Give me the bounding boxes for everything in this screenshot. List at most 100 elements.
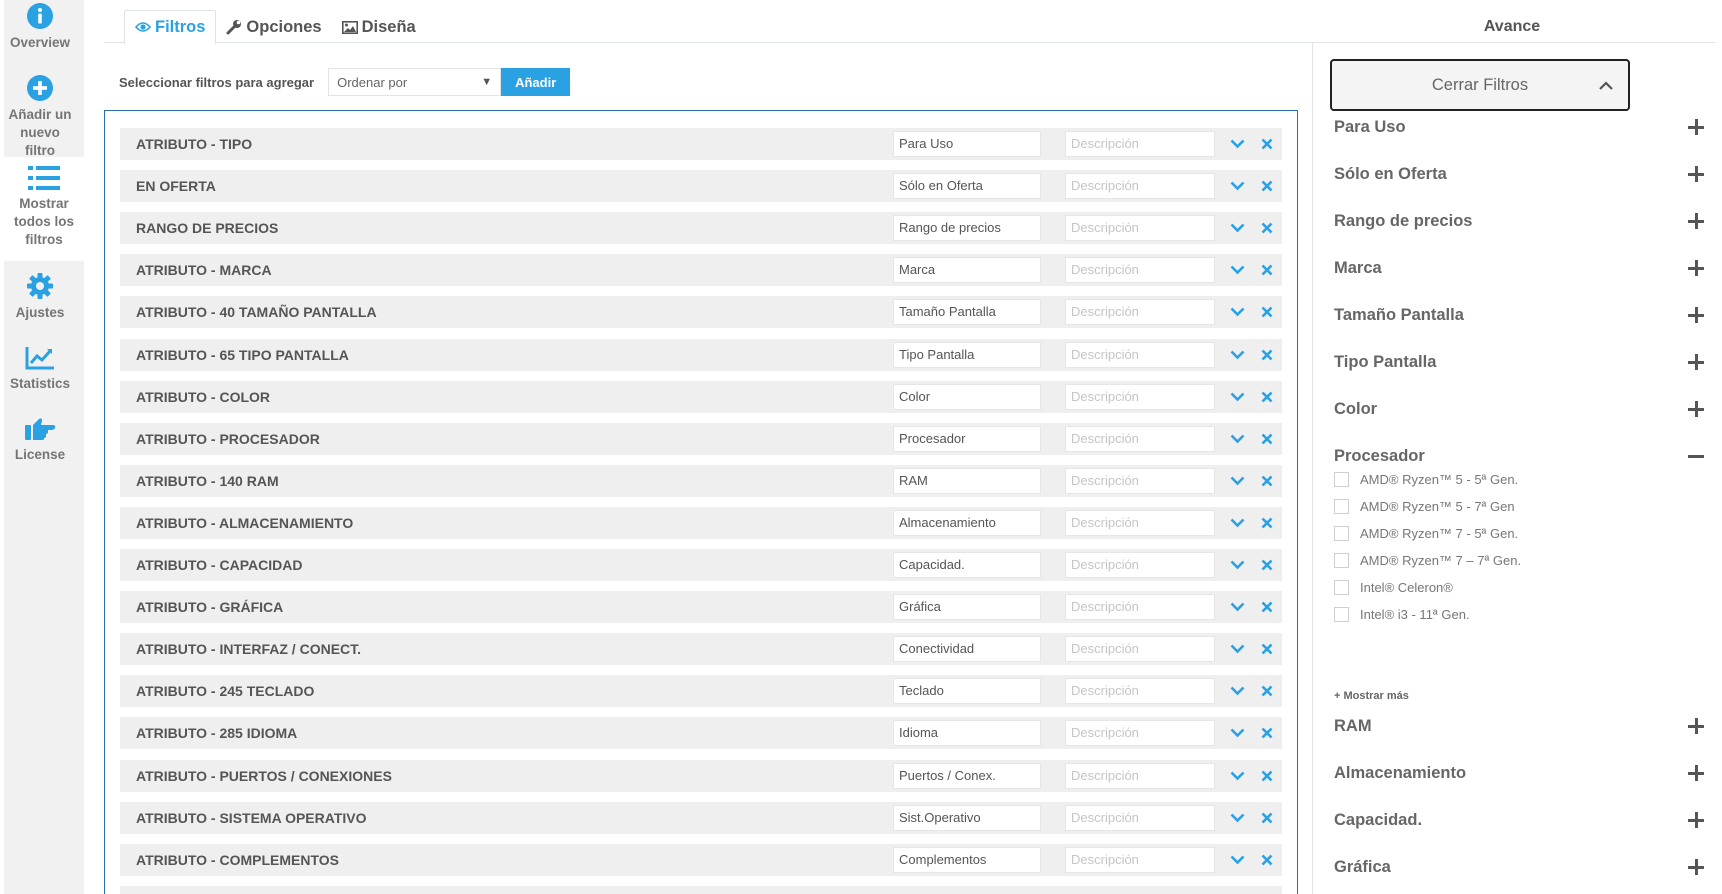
chevron-down-icon[interactable] bbox=[1228, 514, 1246, 532]
filter-description-input[interactable]: Descripción bbox=[1065, 299, 1215, 326]
plus-icon[interactable] bbox=[1688, 859, 1704, 875]
close-icon[interactable] bbox=[1258, 724, 1276, 742]
plus-icon[interactable] bbox=[1688, 119, 1704, 135]
sidebar-item-license[interactable]: License bbox=[4, 416, 76, 470]
chevron-down-icon[interactable] bbox=[1228, 640, 1246, 658]
processor-option[interactable]: Intel® Celeron® bbox=[1334, 577, 1453, 597]
filter-description-input[interactable]: Descripción bbox=[1065, 594, 1215, 621]
filter-row[interactable]: ATRIBUTO - GRÁFICA Gráfica Descripción bbox=[120, 591, 1282, 624]
order-select[interactable]: Ordenar por ▼ bbox=[328, 68, 502, 96]
close-icon[interactable] bbox=[1258, 135, 1276, 153]
filter-description-input[interactable]: Descripción bbox=[1065, 341, 1215, 368]
plus-icon[interactable] bbox=[1688, 401, 1704, 417]
close-icon[interactable] bbox=[1258, 388, 1276, 406]
filter-row[interactable]: ATRIBUTO - ALMACENAMIENTO Almacenamiento D… bbox=[120, 506, 1282, 539]
filter-label-input[interactable]: Color bbox=[893, 383, 1041, 410]
filter-description-input[interactable]: Descripción bbox=[1065, 552, 1215, 578]
close-icon[interactable] bbox=[1258, 514, 1276, 532]
filter-row[interactable]: ATRIBUTO - 245 TECLADO Teclado Descripción bbox=[120, 675, 1282, 708]
filter-description-input[interactable]: Descripción bbox=[1065, 383, 1215, 410]
chevron-down-icon[interactable] bbox=[1228, 767, 1246, 785]
tab-opciones[interactable]: Opciones bbox=[216, 10, 331, 44]
filter-row[interactable]: ATRIBUTO - COLOR Color Descripción bbox=[120, 380, 1282, 413]
show-more-link[interactable]: + Mostrar más bbox=[1334, 690, 1409, 702]
filter-label-input[interactable]: Tamaño Pantalla bbox=[893, 299, 1041, 326]
filter-label-input[interactable]: Rango de precios bbox=[893, 215, 1041, 242]
filter-label-input[interactable]: Marca bbox=[893, 257, 1041, 284]
close-icon[interactable] bbox=[1258, 219, 1276, 237]
preview-filter-item[interactable]: Para Uso bbox=[1334, 112, 1704, 142]
filter-label-input[interactable]: Capacidad. bbox=[893, 552, 1041, 578]
filter-label-input[interactable]: RAM bbox=[893, 467, 1041, 494]
preview-filter-item[interactable]: Almacenamiento bbox=[1334, 758, 1704, 788]
filter-description-input[interactable]: Descripción bbox=[1065, 636, 1215, 663]
preview-filter-item[interactable]: Tipo Pantalla bbox=[1334, 347, 1704, 377]
close-icon[interactable] bbox=[1258, 851, 1276, 869]
chevron-down-icon[interactable] bbox=[1228, 472, 1246, 490]
chevron-down-icon[interactable] bbox=[1228, 346, 1246, 364]
checkbox[interactable] bbox=[1334, 525, 1349, 541]
plus-icon[interactable] bbox=[1688, 166, 1704, 182]
filter-label-input[interactable]: Almacenamiento bbox=[893, 509, 1041, 536]
chevron-down-icon[interactable] bbox=[1228, 809, 1246, 827]
tab-disena[interactable]: Diseña bbox=[332, 10, 426, 44]
minus-icon[interactable] bbox=[1688, 448, 1704, 464]
filter-description-input[interactable]: Descripción bbox=[1065, 720, 1215, 747]
filter-row[interactable]: EN OFERTA Sólo en Oferta Descripción bbox=[120, 170, 1282, 203]
chevron-down-icon[interactable] bbox=[1228, 135, 1246, 153]
filter-row[interactable]: ATRIBUTO - CAPACIDAD Capacidad. Descripció… bbox=[120, 549, 1282, 581]
chevron-down-icon[interactable] bbox=[1228, 261, 1246, 279]
preview-filter-item[interactable]: Marca bbox=[1334, 253, 1704, 283]
filter-description-input[interactable]: Descripción bbox=[1065, 762, 1215, 789]
filter-description-input[interactable]: Descripción bbox=[1065, 215, 1215, 242]
close-icon[interactable] bbox=[1258, 472, 1276, 490]
filter-label-input[interactable]: Gráfica bbox=[893, 594, 1041, 621]
preview-filter-item[interactable]: Capacidad. bbox=[1334, 805, 1704, 835]
chevron-down-icon[interactable] bbox=[1228, 430, 1246, 448]
chevron-down-icon[interactable] bbox=[1228, 851, 1246, 869]
filter-description-input[interactable]: Descripción bbox=[1065, 467, 1215, 494]
filter-description-input[interactable]: Descripción bbox=[1065, 509, 1215, 536]
close-icon[interactable] bbox=[1258, 682, 1276, 700]
filter-row[interactable]: ATRIBUTO - MARCA Marca Descripción bbox=[120, 254, 1282, 287]
preview-filter-item[interactable]: Sólo en Oferta bbox=[1334, 159, 1704, 189]
filter-description-input[interactable]: Descripción bbox=[1065, 678, 1215, 705]
close-icon[interactable] bbox=[1258, 346, 1276, 364]
processor-option[interactable]: AMD® Ryzen™ 5 - 5ª Gen. bbox=[1334, 469, 1518, 489]
checkbox[interactable] bbox=[1334, 579, 1349, 595]
chevron-down-icon[interactable] bbox=[1228, 303, 1246, 321]
plus-icon[interactable] bbox=[1688, 260, 1704, 276]
filter-row[interactable]: ATRIBUTO - SISTEMA OPERATIVO Sist.Operati… bbox=[120, 801, 1282, 834]
filter-description-input[interactable]: Descripción bbox=[1065, 257, 1215, 284]
plus-icon[interactable] bbox=[1688, 812, 1704, 828]
filter-row[interactable]: ATRIBUTO - 65 TIPO PANTALLA Tipo Pantalla… bbox=[120, 338, 1282, 371]
chevron-down-icon[interactable] bbox=[1228, 388, 1246, 406]
filter-row[interactable]: ATRIBUTO - PROCESADOR Procesador Descripci… bbox=[120, 422, 1282, 455]
filter-label-input[interactable]: Tipo Pantalla bbox=[893, 341, 1041, 368]
sidebar-item-overview[interactable]: Overview bbox=[4, 0, 76, 58]
checkbox[interactable] bbox=[1334, 498, 1349, 514]
sidebar-item-statistics[interactable]: Statistics bbox=[4, 345, 76, 399]
filter-description-input[interactable]: Descripción bbox=[1065, 173, 1215, 200]
tab-filtros[interactable]: Filtros bbox=[124, 10, 217, 44]
filter-row[interactable]: ATRIBUTO - 285 IDIOMA Idioma Descripción bbox=[120, 717, 1282, 750]
chevron-down-icon[interactable] bbox=[1228, 219, 1246, 237]
close-icon[interactable] bbox=[1258, 177, 1276, 195]
filter-description-input[interactable]: Descripción bbox=[1065, 131, 1215, 157]
chevron-down-icon[interactable] bbox=[1228, 556, 1246, 574]
filter-label-input[interactable]: Sólo en Oferta bbox=[893, 173, 1041, 200]
filter-label-input[interactable]: Idioma bbox=[893, 720, 1041, 747]
plus-icon[interactable] bbox=[1688, 718, 1704, 734]
chevron-down-icon[interactable] bbox=[1228, 682, 1246, 700]
filter-description-input[interactable]: Descripción bbox=[1065, 804, 1215, 831]
preview-filter-item[interactable]: Procesador bbox=[1334, 441, 1704, 471]
filter-label-input[interactable]: Sist.Operativo bbox=[893, 804, 1041, 831]
preview-filter-item[interactable]: Gráfica bbox=[1334, 852, 1704, 882]
filter-row[interactable]: ATRIBUTO - TIPO Para Uso Descripción bbox=[120, 128, 1282, 160]
checkbox[interactable] bbox=[1334, 471, 1349, 487]
processor-option[interactable]: Intel® i3 - 11ª Gen. bbox=[1334, 604, 1470, 624]
filter-row[interactable]: ATRIBUTO - 40 TAMAÑO PANTALLA Tamaño Pant… bbox=[120, 296, 1282, 329]
filter-label-input[interactable]: Para Uso bbox=[893, 131, 1041, 157]
preview-filter-item[interactable]: Color bbox=[1334, 394, 1704, 424]
chevron-down-icon[interactable] bbox=[1228, 598, 1246, 616]
